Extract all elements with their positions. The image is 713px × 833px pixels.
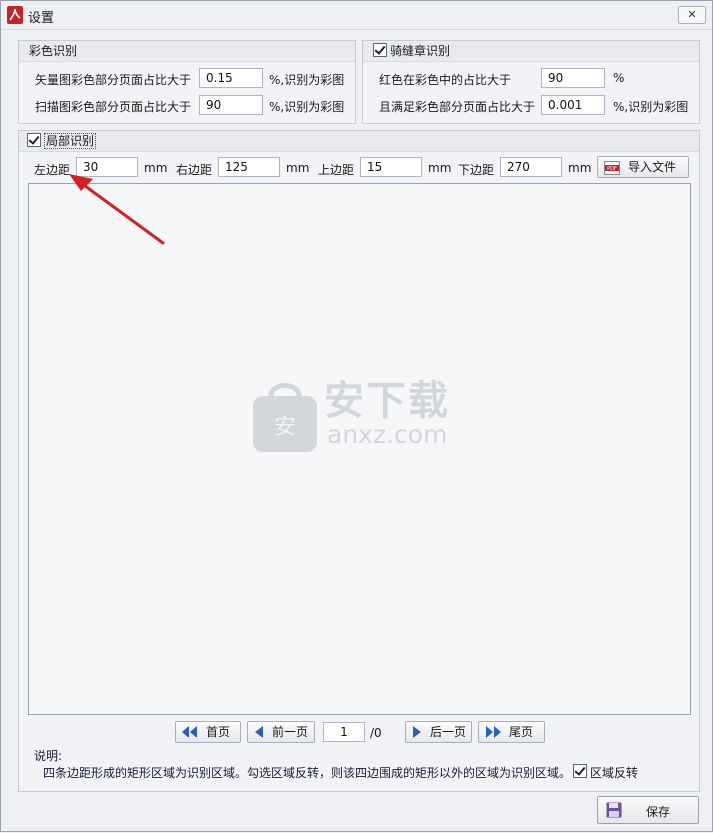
left-arrow-icon [255, 726, 263, 738]
bottom-margin-input[interactable] [500, 157, 562, 177]
local-recognition-label: 局部识别 [44, 133, 97, 149]
page-total: /0 [370, 726, 382, 740]
bottom-margin-label: 下边距 [458, 163, 495, 177]
watermark-text: 安下载 [324, 378, 450, 424]
page-number-input[interactable] [323, 722, 365, 742]
save-button[interactable]: 保存 [597, 796, 699, 824]
scan-ratio-suffix: %,识别为彩图 [269, 100, 345, 114]
top-margin-input[interactable] [360, 157, 422, 177]
top-margin-label: 上边距 [318, 163, 355, 177]
save-label: 保存 [646, 805, 671, 819]
double-left-icon [182, 726, 197, 738]
seal-recognition-group: 骑缝章识别 红色在彩色中的占比大于 % 且满足彩色部分页面占比大于 %,识别为彩… [362, 40, 700, 124]
watermark: 安 安下载 anxz.com [249, 374, 479, 464]
right-margin-unit: mm [286, 161, 310, 175]
first-page-button[interactable]: 首页 [175, 721, 241, 743]
left-margin-label: 左边距 [34, 163, 71, 177]
color-recognition-group: 彩色识别 矢量图彩色部分页面占比大于 %,识别为彩图 扫描图彩色部分页面占比大于… [18, 40, 356, 124]
double-right-icon [486, 726, 501, 738]
local-recognition-header[interactable]: 局部识别 [19, 131, 699, 152]
import-file-label: 导入文件 [628, 160, 677, 174]
left-margin-input[interactable] [76, 157, 138, 177]
note-title: 说明: [34, 749, 63, 763]
pdf-app-icon [7, 6, 23, 24]
watermark-badge: 安 [274, 415, 296, 440]
color-recognition-header: 彩色识别 [19, 41, 355, 62]
right-margin-label: 右边距 [176, 163, 213, 177]
seal-recognition-header[interactable]: 骑缝章识别 [363, 41, 699, 62]
close-button[interactable]: ✕ [678, 6, 706, 24]
shopping-bag-icon: 安 [253, 383, 317, 452]
scan-ratio-label: 扫描图彩色部分页面占比大于 [35, 100, 192, 114]
prev-page-label: 前一页 [272, 725, 309, 739]
last-page-button[interactable]: 尾页 [478, 721, 545, 743]
local-recognition-checkbox[interactable] [27, 133, 41, 147]
title-bar: 设置 ✕ [1, 1, 712, 30]
note-text: 四条边距形成的矩形区域为识别区域。勾选区域反转，则该四边围成的矩形以外的区域为识… [43, 766, 572, 780]
preview-area: 安 安下载 anxz.com [28, 183, 691, 715]
window-title: 设置 [28, 11, 55, 26]
seal-color-ratio-label: 且满足彩色部分页面占比大于 [379, 100, 536, 114]
next-page-button[interactable]: 后一页 [405, 721, 472, 743]
svg-text:PDF: PDF [607, 166, 617, 172]
red-ratio-label: 红色在彩色中的占比大于 [379, 73, 512, 87]
seal-color-ratio-suffix: %,识别为彩图 [613, 100, 689, 114]
bottom-margin-unit: mm [568, 161, 592, 175]
right-margin-input[interactable] [218, 157, 280, 177]
right-arrow-icon [413, 726, 421, 738]
watermark-url: anxz.com [327, 420, 448, 449]
left-margin-unit: mm [144, 161, 168, 175]
settings-window: 设置 ✕ 彩色识别 矢量图彩色部分页面占比大于 %,识别为彩图 扫描图彩色部分页… [0, 0, 713, 832]
first-page-label: 首页 [206, 725, 231, 739]
scan-ratio-input[interactable] [199, 95, 263, 115]
vector-ratio-suffix: %,识别为彩图 [269, 73, 345, 87]
pdf-file-icon: PDF [604, 161, 620, 175]
prev-page-button[interactable]: 前一页 [247, 721, 315, 743]
seal-color-ratio-input[interactable] [541, 95, 605, 115]
top-margin-unit: mm [428, 161, 452, 175]
last-page-label: 尾页 [509, 725, 534, 739]
invert-region-label: 区域反转 [590, 766, 639, 780]
invert-region-checkbox[interactable] [573, 764, 587, 778]
red-ratio-suffix: % [613, 71, 625, 85]
floppy-disk-icon [606, 802, 622, 818]
vector-ratio-input[interactable] [199, 68, 263, 88]
next-page-label: 后一页 [430, 725, 467, 739]
vector-ratio-label: 矢量图彩色部分页面占比大于 [35, 73, 192, 87]
seal-recognition-checkbox[interactable] [373, 43, 387, 57]
import-file-button[interactable]: PDF 导入文件 [597, 156, 689, 178]
seal-recognition-label: 骑缝章识别 [390, 44, 451, 58]
red-ratio-input[interactable] [541, 68, 605, 88]
